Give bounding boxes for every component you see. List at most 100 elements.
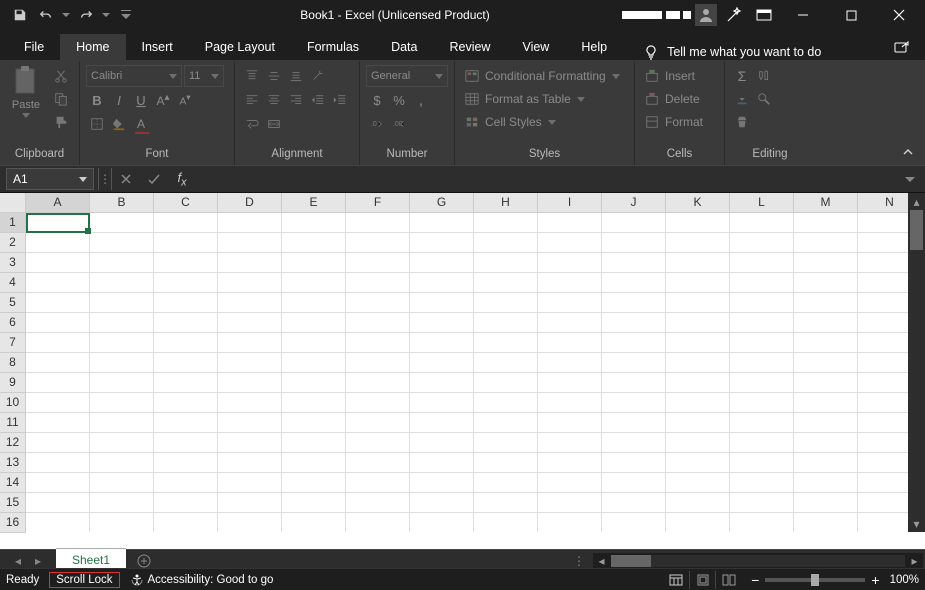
cell-F9[interactable] <box>346 373 410 393</box>
row-header-16[interactable]: 16 <box>0 513 26 533</box>
cell-M16[interactable] <box>794 513 858 532</box>
cell-L3[interactable] <box>730 253 794 273</box>
row-header-12[interactable]: 12 <box>0 433 26 453</box>
cell-M1[interactable] <box>794 213 858 233</box>
cell-A8[interactable] <box>26 353 90 373</box>
cell-D8[interactable] <box>218 353 282 373</box>
hscroll-thumb[interactable] <box>611 555 651 567</box>
sheet-nav-next-button[interactable]: ▸ <box>28 554 48 568</box>
cell-E2[interactable] <box>282 233 346 253</box>
cell-D13[interactable] <box>218 453 282 473</box>
cell-H9[interactable] <box>474 373 538 393</box>
cell-C16[interactable] <box>154 513 218 532</box>
cell-F2[interactable] <box>346 233 410 253</box>
cell-H13[interactable] <box>474 453 538 473</box>
cell-E6[interactable] <box>282 313 346 333</box>
cell-B4[interactable] <box>90 273 154 293</box>
cell-A15[interactable] <box>26 493 90 513</box>
cell-K8[interactable] <box>666 353 730 373</box>
cell-I16[interactable] <box>538 513 602 532</box>
maximize-button[interactable] <box>829 0 873 30</box>
row-header-14[interactable]: 14 <box>0 473 26 493</box>
font-size-select[interactable]: 11 <box>184 65 224 87</box>
hscroll-track[interactable] <box>611 555 905 567</box>
cell-C12[interactable] <box>154 433 218 453</box>
column-header-A[interactable]: A <box>26 193 90 213</box>
cell-L6[interactable] <box>730 313 794 333</box>
cell-A16[interactable] <box>26 513 90 532</box>
cell-L8[interactable] <box>730 353 794 373</box>
cell-N9[interactable] <box>858 373 908 393</box>
format-cells-button[interactable]: Format <box>641 111 718 133</box>
row-header-7[interactable]: 7 <box>0 333 26 353</box>
cell-N3[interactable] <box>858 253 908 273</box>
cell-N12[interactable] <box>858 433 908 453</box>
cell-I5[interactable] <box>538 293 602 313</box>
cell-K4[interactable] <box>666 273 730 293</box>
cell-D6[interactable] <box>218 313 282 333</box>
cell-J9[interactable] <box>602 373 666 393</box>
share-button[interactable] <box>889 34 915 60</box>
cell-J1[interactable] <box>602 213 666 233</box>
cell-F7[interactable] <box>346 333 410 353</box>
cell-N4[interactable] <box>858 273 908 293</box>
cell-M15[interactable] <box>794 493 858 513</box>
cell-B6[interactable] <box>90 313 154 333</box>
undo-button[interactable] <box>34 3 58 27</box>
cell-F15[interactable] <box>346 493 410 513</box>
cell-G10[interactable] <box>410 393 474 413</box>
cell-L15[interactable] <box>730 493 794 513</box>
cell-A9[interactable] <box>26 373 90 393</box>
cell-C1[interactable] <box>154 213 218 233</box>
format-as-table-button[interactable]: Format as Table <box>461 88 628 110</box>
copy-button[interactable] <box>50 88 72 110</box>
cell-I7[interactable] <box>538 333 602 353</box>
zoom-slider[interactable] <box>765 578 865 582</box>
cell-F8[interactable] <box>346 353 410 373</box>
cell-F5[interactable] <box>346 293 410 313</box>
cell-M11[interactable] <box>794 413 858 433</box>
cell-C3[interactable] <box>154 253 218 273</box>
align-left-button[interactable] <box>241 89 263 111</box>
cell-A12[interactable] <box>26 433 90 453</box>
cell-F12[interactable] <box>346 433 410 453</box>
cell-K16[interactable] <box>666 513 730 532</box>
column-header-G[interactable]: G <box>410 193 474 213</box>
cell-B13[interactable] <box>90 453 154 473</box>
align-center-button[interactable] <box>263 89 285 111</box>
cell-L7[interactable] <box>730 333 794 353</box>
cell-B3[interactable] <box>90 253 154 273</box>
align-middle-button[interactable] <box>263 65 285 87</box>
cell-E9[interactable] <box>282 373 346 393</box>
cell-J7[interactable] <box>602 333 666 353</box>
cell-K7[interactable] <box>666 333 730 353</box>
align-bottom-button[interactable] <box>285 65 307 87</box>
cell-K14[interactable] <box>666 473 730 493</box>
cell-G3[interactable] <box>410 253 474 273</box>
align-top-button[interactable] <box>241 65 263 87</box>
collapse-ribbon-button[interactable] <box>901 145 915 159</box>
select-all-corner[interactable] <box>0 193 26 213</box>
decrease-indent-button[interactable] <box>307 89 329 111</box>
tab-insert[interactable]: Insert <box>126 34 189 60</box>
cell-H12[interactable] <box>474 433 538 453</box>
cell-F1[interactable] <box>346 213 410 233</box>
font-color-button[interactable]: A <box>130 113 152 135</box>
cell-M2[interactable] <box>794 233 858 253</box>
column-header-C[interactable]: C <box>154 193 218 213</box>
cell-L12[interactable] <box>730 433 794 453</box>
cell-E12[interactable] <box>282 433 346 453</box>
minimize-button[interactable] <box>781 0 825 30</box>
cell-C11[interactable] <box>154 413 218 433</box>
cell-D11[interactable] <box>218 413 282 433</box>
horizontal-scrollbar[interactable]: ◂ ▸ <box>593 553 923 569</box>
cell-B16[interactable] <box>90 513 154 532</box>
cell-F3[interactable] <box>346 253 410 273</box>
hscroll-right-button[interactable]: ▸ <box>906 554 923 568</box>
normal-view-button[interactable] <box>663 571 689 589</box>
cell-C8[interactable] <box>154 353 218 373</box>
page-layout-view-button[interactable] <box>689 571 715 589</box>
row-header-4[interactable]: 4 <box>0 273 26 293</box>
cell-E1[interactable] <box>282 213 346 233</box>
row-header-2[interactable]: 2 <box>0 233 26 253</box>
